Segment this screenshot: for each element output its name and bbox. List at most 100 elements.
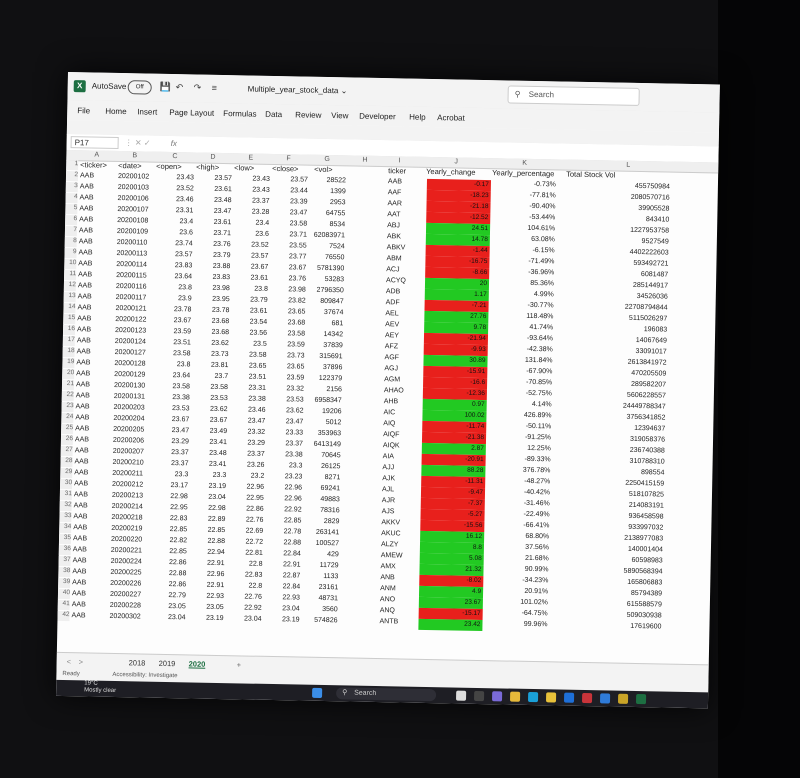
h-cell[interactable]: 22.91: [190, 580, 225, 591]
yearly-percentage-cell[interactable]: 20.91%: [484, 586, 548, 597]
summary-ticker-cell[interactable]: AJR: [382, 496, 395, 506]
v-cell[interactable]: 8534: [311, 220, 345, 231]
yearly-percentage-cell[interactable]: -67.90%: [488, 366, 552, 377]
col-l[interactable]: L: [626, 162, 630, 169]
yearly-percentage-cell[interactable]: -90.40%: [491, 201, 555, 212]
o-cell[interactable]: 22.95: [154, 503, 188, 514]
v-cell[interactable]: 2796350: [310, 286, 344, 297]
summary-ticker-cell[interactable]: AIC: [383, 408, 395, 418]
yearly-percentage-cell[interactable]: 85.36%: [490, 278, 554, 289]
o-cell[interactable]: 23.53: [155, 404, 190, 415]
h-cell[interactable]: 23.88: [196, 261, 231, 272]
yearly-percentage-cell[interactable]: 118.48%: [489, 311, 553, 322]
ticker-cell[interactable]: AAB: [77, 325, 91, 335]
row-number[interactable]: 28: [60, 456, 73, 468]
row-number[interactable]: 40: [57, 588, 71, 600]
date-cell[interactable]: 20200122: [115, 315, 146, 326]
c-cell[interactable]: 23.39: [273, 197, 308, 208]
yearly-percentage-cell[interactable]: -22.49%: [485, 509, 549, 520]
col-h[interactable]: H: [362, 157, 367, 164]
summary-ticker-cell[interactable]: ANTB: [379, 617, 398, 627]
h-cell[interactable]: 23.83: [196, 272, 230, 283]
o-cell[interactable]: 22.82: [153, 536, 187, 547]
l-cell[interactable]: 23.29: [231, 438, 265, 449]
v-cell[interactable]: 19206: [307, 407, 342, 418]
yearly-percentage-cell[interactable]: -70.85%: [488, 377, 552, 388]
yearly-percentage-cell[interactable]: 4.14%: [488, 399, 552, 410]
total-volume-cell[interactable]: 196083: [583, 324, 667, 336]
ticker-cell[interactable]: AAB: [78, 281, 92, 291]
summary-ticker-cell[interactable]: AIQK: [383, 441, 400, 451]
ticker-cell[interactable]: AAB: [74, 490, 88, 500]
c-cell[interactable]: 23.53: [270, 395, 304, 406]
date-cell[interactable]: 20200211: [112, 469, 143, 480]
l-cell[interactable]: 22.69: [229, 526, 264, 537]
ticker-cell[interactable]: AAB: [80, 171, 94, 181]
row-number[interactable]: 34: [59, 522, 72, 534]
date-cell[interactable]: 20200130: [114, 381, 145, 392]
accessibility-status[interactable]: Accessibility: Investigate: [112, 672, 177, 679]
ticker-cell[interactable]: AAB: [73, 512, 87, 522]
row-number[interactable]: 42: [57, 610, 70, 622]
l-cell[interactable]: 23.43: [236, 174, 270, 185]
o-cell[interactable]: 23.31: [159, 206, 194, 217]
c-cell[interactable]: 23.55: [273, 241, 307, 252]
l-cell[interactable]: 23.57: [234, 251, 269, 262]
v-cell[interactable]: 681: [309, 319, 343, 330]
summary-ticker-cell[interactable]: ABK: [387, 232, 401, 242]
ticker-cell[interactable]: AAB: [76, 369, 90, 379]
h-cell[interactable]: 23.41: [193, 437, 227, 448]
v-cell[interactable]: 3560: [304, 605, 338, 616]
row-number[interactable]: 33: [59, 511, 72, 523]
total-volume-cell[interactable]: 289582207: [582, 379, 666, 391]
summary-ticker-cell[interactable]: AAR: [387, 199, 402, 209]
row-number[interactable]: 31: [59, 489, 72, 501]
yearly-percentage-cell[interactable]: 104.61%: [491, 223, 555, 234]
o-cell[interactable]: 23.58: [156, 382, 190, 393]
total-volume-cell[interactable]: 3756341852: [581, 412, 665, 424]
l-cell[interactable]: 22.92: [228, 603, 262, 614]
summary-ticker-cell[interactable]: ADB: [386, 287, 401, 297]
ticker-cell[interactable]: AAB: [80, 182, 94, 192]
total-volume-cell[interactable]: 165806883: [578, 577, 662, 589]
ticker-cell[interactable]: AAB: [75, 435, 89, 445]
h-cell[interactable]: 23.78: [195, 305, 230, 316]
ticker-cell[interactable]: AAB: [79, 204, 93, 214]
date-cell[interactable]: 20200226: [110, 579, 141, 590]
ticker-cell[interactable]: AAB: [78, 270, 92, 280]
date-cell[interactable]: 20200213: [112, 491, 143, 502]
date-cell[interactable]: 20200220: [111, 535, 142, 546]
total-volume-cell[interactable]: 60598983: [579, 555, 663, 567]
v-cell[interactable]: 5781390: [310, 264, 344, 275]
l-cell[interactable]: 23.31: [232, 383, 266, 394]
ticker-cell[interactable]: AAB: [77, 303, 91, 313]
v-cell[interactable]: 64755: [311, 209, 346, 220]
ticker-cell[interactable]: AAB: [78, 248, 92, 258]
o-cell[interactable]: 23.64: [158, 272, 192, 283]
header-ticker[interactable]: <ticker>: [80, 160, 107, 171]
summary-ticker-cell[interactable]: AHB: [384, 397, 399, 407]
total-volume-cell[interactable]: 14067649: [583, 335, 667, 347]
yearly-percentage-cell[interactable]: -53.44%: [491, 212, 555, 223]
row-number[interactable]: 9: [64, 247, 77, 259]
total-volume-cell[interactable]: 4402222603: [585, 247, 669, 259]
c-cell[interactable]: 22.93: [266, 593, 300, 604]
o-cell[interactable]: 22.83: [153, 514, 188, 525]
ticker-cell[interactable]: AAB: [72, 567, 86, 577]
c-cell[interactable]: 22.92: [268, 505, 302, 516]
row-number[interactable]: 11: [64, 269, 77, 281]
ticker-cell[interactable]: AAB: [75, 446, 89, 456]
date-cell[interactable]: 20200206: [113, 436, 144, 447]
header-total-volume[interactable]: Total Stock Vol: [566, 170, 615, 181]
h-cell[interactable]: 23.41: [192, 459, 227, 470]
col-a[interactable]: A: [94, 152, 99, 159]
summary-ticker-cell[interactable]: AGJ: [384, 364, 398, 374]
v-cell[interactable]: 122379: [308, 374, 342, 385]
total-volume-cell[interactable]: 2613841972: [582, 357, 667, 369]
ticker-cell[interactable]: AAB: [73, 545, 87, 555]
l-cell[interactable]: 23.28: [235, 207, 270, 218]
ticker-cell[interactable]: AAB: [75, 402, 90, 412]
h-cell[interactable]: 23.73: [195, 349, 229, 360]
c-cell[interactable]: 23.82: [272, 296, 306, 307]
date-cell[interactable]: 20200128: [114, 359, 145, 370]
